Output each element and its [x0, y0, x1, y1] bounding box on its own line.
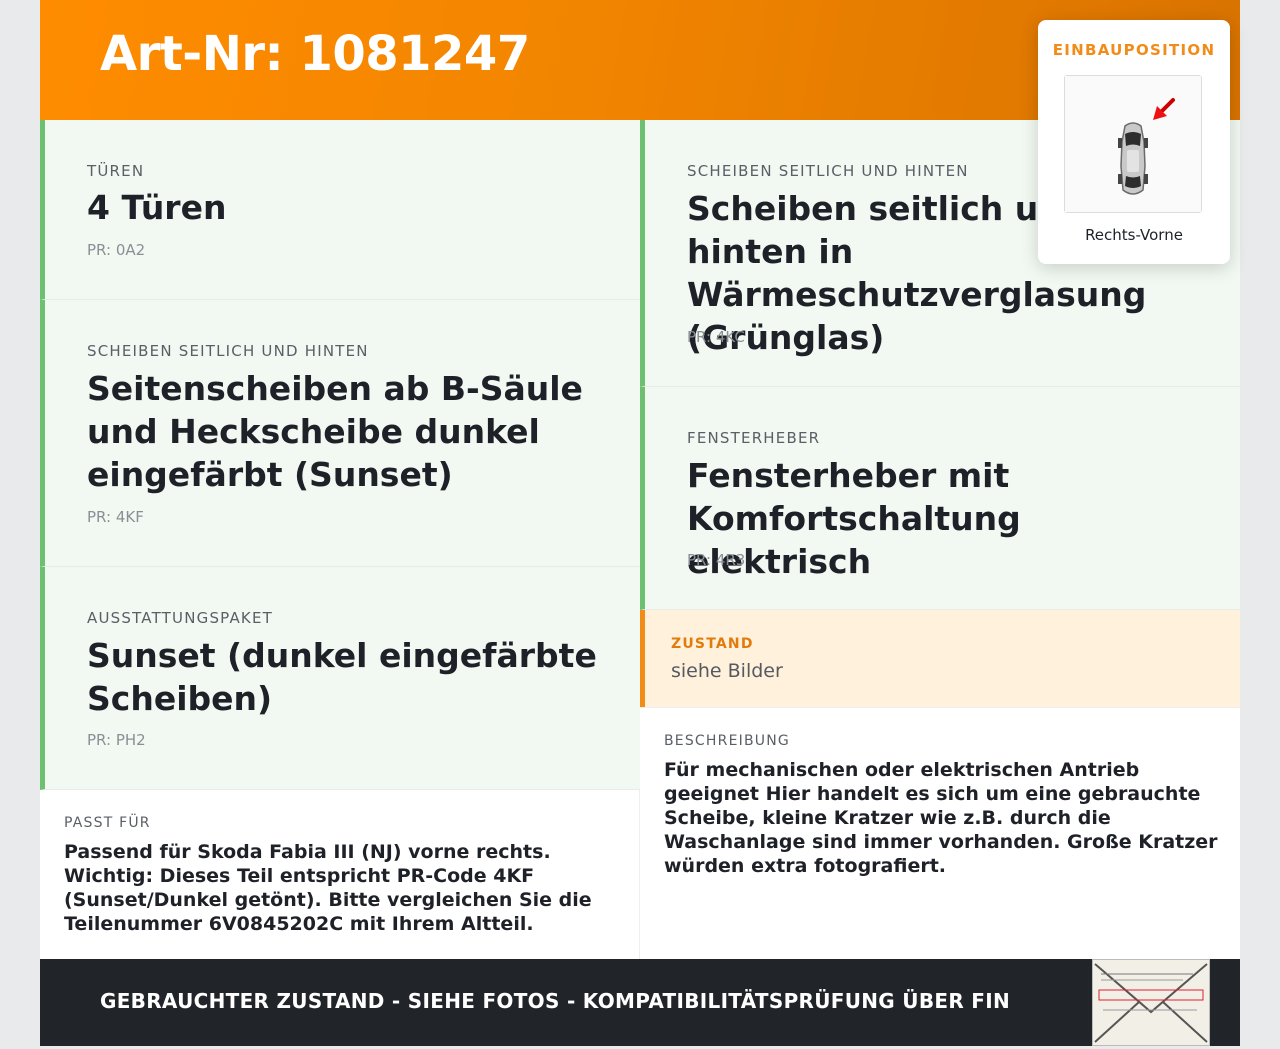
spec-pr-code: PR: 4KC: [687, 328, 745, 346]
article-number-title: Art-Nr: 1081247: [100, 26, 530, 82]
spec-label: AUSSTATTUNGSPAKET: [87, 609, 274, 627]
spec-card-tueren: TÜREN 4 Türen PR: 0A2: [40, 120, 640, 300]
passt-fuer-text: Passend für Skoda Fabia III (NJ) vorne r…: [64, 841, 592, 935]
einbauposition-popup: EINBAUPOSITION Rechts-Vorne: [1038, 20, 1230, 264]
spec-title: Seitenscheiben ab B-Säule und Heckscheib…: [87, 369, 583, 494]
spec-label: SCHEIBEN SEITLICH UND HINTEN: [87, 342, 369, 360]
spec-pr-code: PR: 4KF: [87, 508, 144, 526]
product-page: Art-Nr: 1081247 TÜREN 4 Türen PR: 0A2 SC…: [40, 0, 1240, 1046]
spec-label: FENSTERHEBER: [687, 429, 821, 447]
spec-card-fensterheber: FENSTERHEBER Fensterheber mit Komfortsch…: [640, 387, 1240, 610]
spec-label: SCHEIBEN SEITLICH UND HINTEN: [687, 162, 969, 180]
spec-title: 4 Türen: [87, 188, 227, 227]
spec-pr-code: PR: 4R3: [687, 551, 746, 569]
passt-fuer-label: PASST FÜR: [64, 815, 151, 831]
popup-caption: Rechts-Vorne: [1085, 226, 1183, 244]
popup-title: EINBAUPOSITION: [1052, 41, 1216, 59]
zustand-value: siehe Bilder: [671, 660, 783, 682]
document-stamp-icon: [1092, 959, 1210, 1046]
spec-title: Fensterheber mit Komfortschaltung elektr…: [687, 456, 1021, 581]
spec-title: Sunset (dunkel eingefärbte Scheiben): [87, 636, 597, 718]
spec-pr-code: PR: PH2: [87, 731, 146, 749]
spec-pr-code: PR: 0A2: [87, 241, 146, 259]
zustand-box: ZUSTAND siehe Bilder: [640, 610, 1240, 707]
footer-text: GEBRAUCHTER ZUSTAND - SIEHE FOTOS - KOMP…: [100, 989, 1011, 1013]
zustand-label: ZUSTAND: [671, 636, 754, 652]
spec-card-ausstattungspaket: AUSSTATTUNGSPAKET Sunset (dunkel eingefä…: [40, 567, 640, 790]
beschreibung-section: BESCHREIBUNG Für mechanischen oder elekt…: [640, 707, 1240, 959]
spec-label: TÜREN: [87, 162, 145, 180]
passt-fuer-section: PASST FÜR Passend für Skoda Fabia III (N…: [40, 790, 640, 959]
car-top-view-icon: [1064, 75, 1202, 213]
beschreibung-label: BESCHREIBUNG: [664, 733, 790, 749]
beschreibung-text: Für mechanischen oder elektrischen Antri…: [664, 759, 1218, 877]
page-footer: GEBRAUCHTER ZUSTAND - SIEHE FOTOS - KOMP…: [40, 959, 1240, 1046]
spec-card-scheiben-4kf: SCHEIBEN SEITLICH UND HINTEN Seitenschei…: [40, 300, 640, 567]
